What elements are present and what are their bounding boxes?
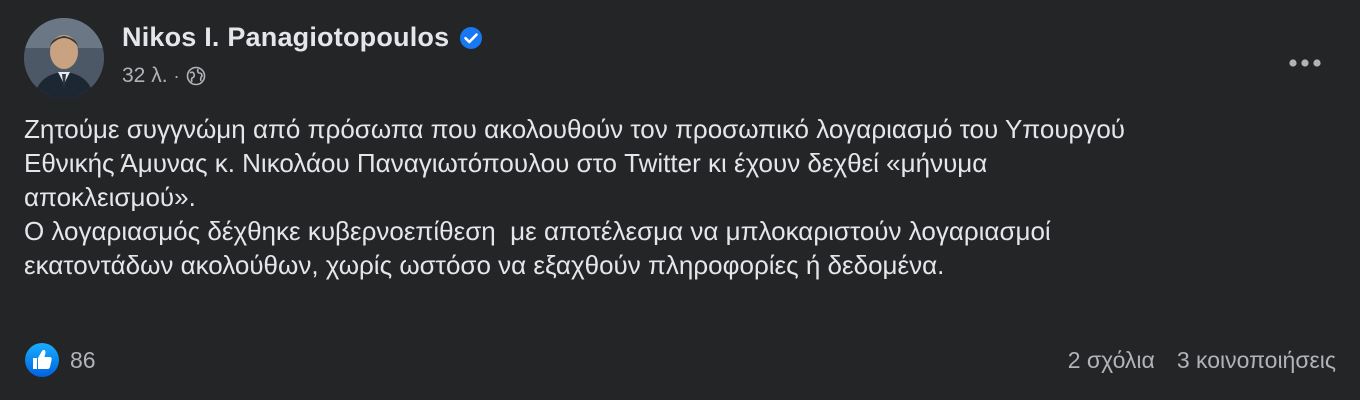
post-footer: 86 2 σχόλια 3 κοινοποιήσεις [24,338,1336,382]
author-row: Nikos I. Panagiotopoulos [122,22,483,53]
post-meta: 32 λ. · [122,64,206,88]
reactions-summary[interactable]: 86 [24,342,96,378]
verified-badge-icon [460,26,483,49]
like-reaction-icon [25,343,59,377]
post-paragraph-apology: Ζητούμε συγγνώμη από πρόσωπα που ακολουθ… [24,114,1126,212]
meta-separator: · [173,65,180,86]
more-options-button[interactable] [1282,40,1328,86]
shares-count-link[interactable]: 3 κοινοποιήσεις [1177,347,1336,374]
post-body: Ζητούμε συγγνώμη από πρόσωπα που ακολουθ… [24,112,1334,282]
avatar-portrait [24,18,104,98]
reaction-count: 86 [70,346,96,373]
more-options-icon [1289,59,1321,67]
comments-count-link[interactable]: 2 σχόλια [1068,347,1155,374]
avatar[interactable] [24,18,104,98]
post-timestamp[interactable]: 32 λ. [122,64,168,88]
post-header: Nikos I. Panagiotopoulos 32 λ. · [24,14,1336,104]
globe-icon[interactable] [186,66,206,86]
author-name[interactable]: Nikos I. Panagiotopoulos [122,22,449,53]
post-paragraph-cyberattack: Ο λογαριασμός δέχθηκε κυβερνοεπίθεση με … [24,216,1051,280]
engagement-stats: 2 σχόλια 3 κοινοποιήσεις [1068,347,1336,374]
facebook-post: Nikos I. Panagiotopoulos 32 λ. · Ζητούμε… [0,0,1360,400]
